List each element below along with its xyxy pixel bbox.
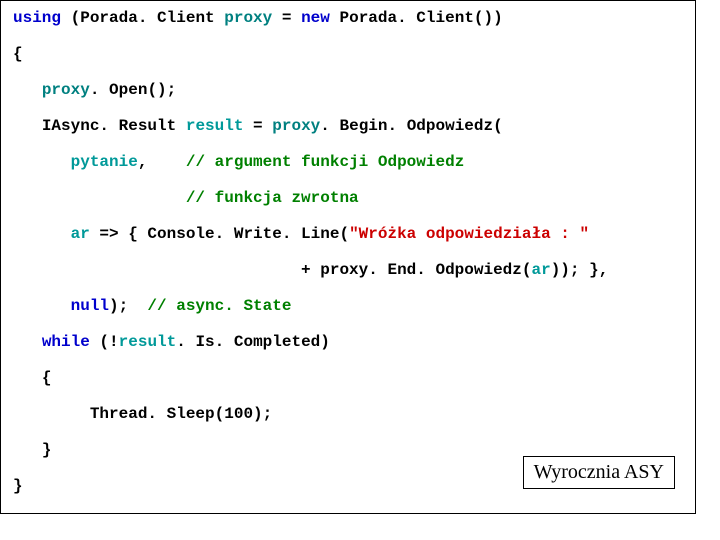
code-line: while (!result. Is. Completed) — [13, 333, 683, 351]
code-line: using (Porada. Client proxy = new Porada… — [13, 9, 683, 27]
identifier-ar: ar — [531, 261, 550, 279]
code-text: . Begin. Odpowiedz( — [320, 117, 502, 135]
code-line: { — [13, 45, 683, 63]
brace: { — [13, 45, 23, 63]
code-line: null); // async. State — [13, 297, 683, 315]
code-text: + proxy. End. Odpowiedz( — [301, 261, 531, 279]
code-line: ar => { Console. Write. Line("Wróżka odp… — [13, 225, 683, 243]
code-line: IAsync. Result result = proxy. Begin. Od… — [13, 117, 683, 135]
code-line: { — [13, 369, 683, 387]
code-text: Thread. Sleep(100); — [90, 405, 272, 423]
identifier-result: result — [119, 333, 177, 351]
code-text: = — [243, 117, 272, 135]
code-line: Thread. Sleep(100); — [13, 405, 683, 423]
code-text: ); — [109, 297, 147, 315]
code-text: => { Console. Write. Line( — [90, 225, 349, 243]
code-text: )); }, — [551, 261, 609, 279]
code-text: Porada. Client()) — [330, 9, 503, 27]
comment: // async. State — [147, 297, 291, 315]
code-line: // funkcja zwrotna — [13, 189, 683, 207]
identifier-proxy: proxy — [42, 81, 90, 99]
keyword-while: while — [42, 333, 90, 351]
identifier-ar: ar — [71, 225, 90, 243]
keyword-using: using — [13, 9, 61, 27]
identifier-result: result — [186, 117, 244, 135]
code-text: , — [138, 153, 186, 171]
code-text: (Porada. Client — [61, 9, 224, 27]
type-name: IAsync. Result — [42, 117, 186, 135]
code-line: proxy. Open(); — [13, 81, 683, 99]
brace: } — [42, 441, 52, 459]
brace: } — [13, 477, 23, 495]
identifier-proxy: proxy — [272, 117, 320, 135]
identifier-proxy: proxy — [224, 9, 272, 27]
code-container: using (Porada. Client proxy = new Porada… — [0, 0, 696, 514]
code-text: = — [272, 9, 301, 27]
code-text: (! — [90, 333, 119, 351]
code-text: . Open(); — [90, 81, 176, 99]
code-line: pytanie, // argument funkcji Odpowiedz — [13, 153, 683, 171]
string-literal: "Wróżka odpowiedziała : " — [349, 225, 589, 243]
slide-label: Wyrocznia ASY — [523, 456, 675, 489]
code-line: + proxy. End. Odpowiedz(ar)); }, — [13, 261, 683, 279]
keyword-null: null — [71, 297, 109, 315]
comment: // funkcja zwrotna — [186, 189, 359, 207]
comment: // argument funkcji Odpowiedz — [186, 153, 464, 171]
code-text: . Is. Completed) — [176, 333, 330, 351]
brace: { — [42, 369, 52, 387]
identifier-pytanie: pytanie — [71, 153, 138, 171]
keyword-new: new — [301, 9, 330, 27]
